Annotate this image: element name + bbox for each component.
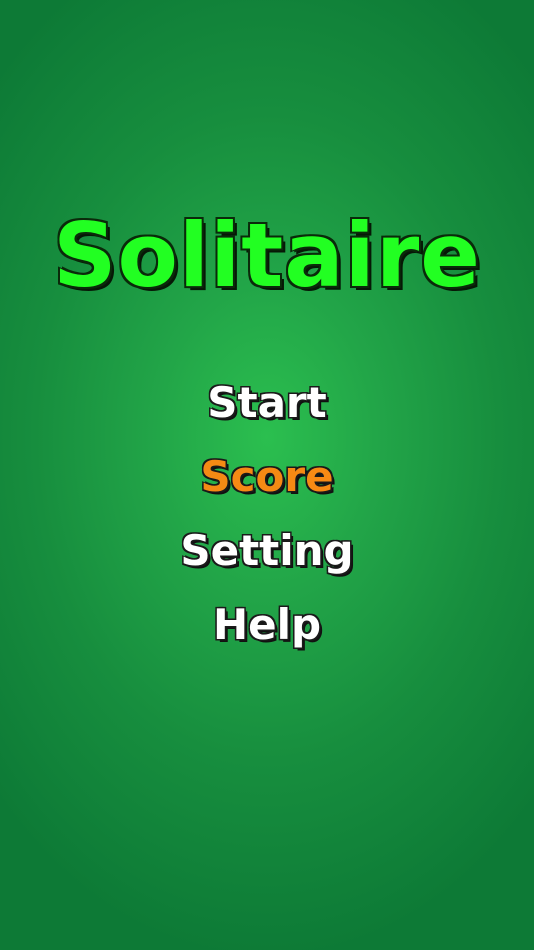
menu-item-start[interactable]: Start	[0, 366, 534, 440]
menu-item-help[interactable]: Help	[0, 588, 534, 662]
menu-item-score[interactable]: Score	[0, 440, 534, 514]
main-menu-screen: Solitaire Start Score Setting Help	[0, 0, 534, 950]
menu-item-setting[interactable]: Setting	[0, 514, 534, 588]
game-title: Solitaire	[53, 204, 481, 307]
main-menu: Start Score Setting Help	[0, 366, 534, 662]
